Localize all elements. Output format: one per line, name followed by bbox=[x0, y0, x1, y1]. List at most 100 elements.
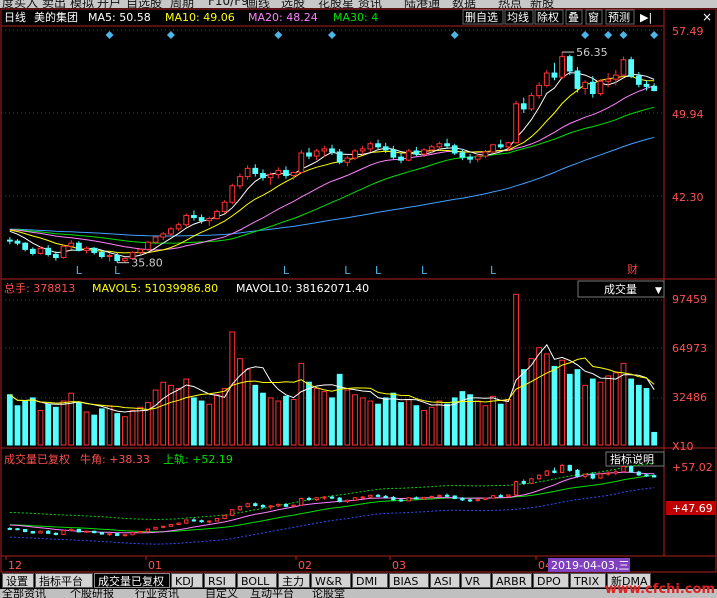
time-label: 12 bbox=[8, 559, 22, 572]
ind-candle bbox=[490, 495, 496, 499]
indicator-tab-0[interactable]: 设置 bbox=[2, 573, 34, 588]
nav-icon[interactable]: ▶| bbox=[640, 11, 652, 24]
candle bbox=[168, 228, 174, 235]
menu-item[interactable]: 度 bbox=[2, 0, 14, 8]
candle bbox=[260, 173, 266, 179]
volume-bar bbox=[68, 392, 75, 446]
volume-bar bbox=[45, 403, 52, 446]
menu-item[interactable]: F10/F9 bbox=[208, 0, 249, 8]
menu-item[interactable]: 卖出 bbox=[42, 0, 66, 8]
volume-bar bbox=[267, 397, 274, 446]
info-tab[interactable]: 互动平台 bbox=[250, 589, 294, 598]
menu-item[interactable]: 开户 bbox=[97, 0, 121, 8]
info-tab[interactable]: 个股研报 bbox=[70, 589, 114, 598]
indicator-tab-10[interactable]: ASI bbox=[430, 573, 460, 588]
candle bbox=[275, 169, 282, 176]
ind-candle bbox=[529, 478, 534, 484]
menu-item[interactable]: 选股 bbox=[281, 0, 305, 8]
ma5-label: MA5: 50.58 bbox=[88, 11, 151, 24]
ind-candle bbox=[38, 530, 43, 534]
volume-bar bbox=[428, 406, 435, 446]
volume-bar bbox=[99, 408, 105, 446]
indicator-tab-14[interactable]: TRIX bbox=[570, 573, 606, 588]
close-icon[interactable]: × bbox=[702, 10, 712, 24]
header-button-3[interactable]: 叠 bbox=[568, 11, 579, 24]
volume-bar bbox=[551, 366, 558, 446]
niujiao-value: 牛角: +38.33 bbox=[80, 452, 150, 466]
candle bbox=[566, 56, 573, 72]
stock-chart[interactable]: 日线 美的集团 MA5: 50.58 MA10: 49.06 MA20: 48.24 MA… bbox=[0, 8, 717, 573]
ind-candle bbox=[605, 472, 611, 475]
indicator-tab-8[interactable]: DMI bbox=[352, 573, 388, 588]
candle bbox=[99, 251, 105, 258]
indicator-axis-current: +47.69 bbox=[672, 502, 713, 515]
candle bbox=[191, 215, 197, 219]
event-marker: L bbox=[421, 264, 428, 277]
menu-item[interactable]: 画线 bbox=[246, 0, 270, 8]
info-tab[interactable]: 自定义 bbox=[205, 589, 238, 598]
mavol10-label: MAVOL10: 38162071.40 bbox=[236, 282, 369, 295]
ind-candle bbox=[99, 532, 105, 535]
indicator-tab-2[interactable]: 成交量已复权 bbox=[94, 573, 170, 588]
indicator-tab-1[interactable]: 指标平台 bbox=[35, 573, 93, 588]
candle bbox=[428, 146, 435, 151]
indicator-tab-6[interactable]: 主力 bbox=[278, 573, 310, 588]
ind-candle bbox=[636, 471, 641, 476]
header-button-4[interactable]: 窗 bbox=[588, 10, 599, 24]
menu-item[interactable]: 陆港通 bbox=[404, 0, 440, 8]
volume-bar bbox=[237, 358, 243, 446]
indicator-tab-13[interactable]: DPO bbox=[533, 573, 569, 588]
menu-item[interactable]: 周期 bbox=[170, 0, 194, 8]
menu-item[interactable]: 买入 bbox=[14, 0, 38, 8]
volume-bar bbox=[329, 397, 335, 446]
indicator-tab-9[interactable]: BIAS bbox=[389, 573, 429, 588]
menu-item[interactable]: 数据 bbox=[452, 0, 476, 8]
event-diamond bbox=[105, 31, 114, 39]
ind-candle bbox=[7, 527, 12, 530]
volume-bar bbox=[574, 369, 581, 446]
info-tab[interactable]: 论股堂 bbox=[312, 589, 345, 598]
volume-bar bbox=[589, 378, 596, 446]
cursor-date: 2019-04-03,三 bbox=[551, 559, 629, 572]
menu-item[interactable]: 资讯 bbox=[358, 0, 382, 8]
candle bbox=[83, 247, 90, 251]
info-tab[interactable]: 行业资讯 bbox=[135, 589, 179, 598]
volume-bar bbox=[306, 381, 312, 446]
ind-candle bbox=[429, 495, 434, 498]
dropdown-icon[interactable]: ▼ bbox=[655, 286, 662, 296]
indicator-tab-11[interactable]: VR bbox=[461, 573, 491, 588]
volume-bar bbox=[91, 414, 98, 446]
indicator-tab-4[interactable]: RSI bbox=[204, 573, 236, 588]
info-tab[interactable]: 全部资讯 bbox=[2, 589, 46, 598]
menu-item[interactable]: 自选股 bbox=[126, 0, 162, 8]
ind-candle bbox=[115, 533, 120, 536]
event-diamond bbox=[166, 31, 175, 39]
indicator-tab-5[interactable]: BOLL bbox=[237, 573, 277, 588]
ind-candle bbox=[222, 514, 227, 520]
indicator-tab-12[interactable]: ARBR bbox=[492, 573, 532, 588]
candle bbox=[91, 247, 98, 253]
volume-selector[interactable]: 成交量 bbox=[604, 282, 637, 296]
indicator-tab-3[interactable]: KDJ bbox=[171, 573, 203, 588]
menu-item[interactable]: 热点 bbox=[498, 0, 522, 8]
ma10-line bbox=[9, 75, 655, 254]
header-button-2[interactable]: 除权 bbox=[537, 10, 559, 24]
indicator-tab-7[interactable]: W&R bbox=[311, 573, 351, 588]
menu-item[interactable]: 花股星 bbox=[318, 0, 354, 8]
ind-candle bbox=[253, 503, 258, 507]
ind-candle bbox=[582, 473, 588, 477]
candle bbox=[612, 74, 619, 80]
menu-item[interactable]: 模拟 bbox=[70, 0, 94, 8]
candle bbox=[198, 217, 205, 222]
volume-bar bbox=[490, 395, 496, 446]
ind-candle bbox=[69, 528, 74, 532]
header-button-1[interactable]: 均线 bbox=[507, 10, 529, 24]
candle bbox=[490, 144, 496, 153]
volume-bar bbox=[283, 395, 289, 446]
menu-item[interactable]: 新股 bbox=[530, 0, 554, 8]
header-button-0[interactable]: 删自选 bbox=[465, 11, 498, 24]
period-label: 日线 bbox=[4, 10, 26, 24]
volume-bar bbox=[605, 375, 612, 446]
header-button-5[interactable]: 预测 bbox=[608, 11, 630, 24]
candle bbox=[559, 56, 565, 78]
